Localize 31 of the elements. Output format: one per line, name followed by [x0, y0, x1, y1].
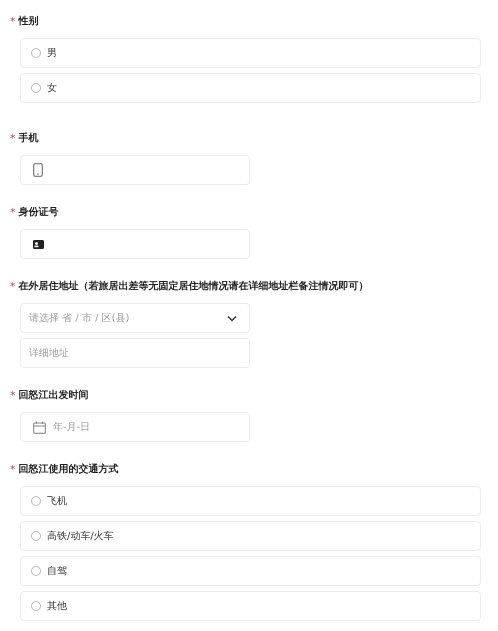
calendar-icon — [33, 420, 46, 434]
phone-icon — [33, 163, 43, 177]
phone-input-field[interactable] — [20, 155, 250, 185]
id-card-icon — [33, 240, 44, 248]
required-mark: * — [10, 14, 16, 28]
question-label: 回怒江出发时间 — [18, 388, 88, 402]
radio-option[interactable]: 飞机 — [20, 486, 481, 516]
required-mark: * — [10, 132, 16, 144]
question-label: 手机 — [18, 132, 38, 145]
required-mark: * — [10, 206, 16, 218]
radio-button[interactable] — [31, 496, 41, 506]
radio-option[interactable]: 男 — [20, 38, 481, 68]
address-input-field[interactable]: 详细地址 — [20, 338, 250, 368]
radio-option[interactable]: 高铁/动车/火车 — [20, 521, 481, 551]
radio-option[interactable]: 自驾 — [20, 556, 481, 586]
chevron-down-icon — [227, 314, 237, 322]
id-number-input-field[interactable] — [20, 229, 250, 259]
question-label: 回怒江使用的交通方式 — [18, 462, 118, 476]
radio-button[interactable] — [31, 531, 41, 541]
radio-button[interactable] — [31, 48, 41, 58]
radio-option[interactable]: 其他 — [20, 591, 481, 621]
required-mark: * — [10, 462, 16, 476]
question-label: 性别 — [18, 14, 38, 28]
question-label: 身份证号 — [18, 206, 58, 219]
radio-button[interactable] — [31, 601, 41, 611]
radio-button[interactable] — [31, 83, 41, 93]
question-label: 在外居住地址（若旅居出差等无固定居住地情况请在详细地址栏备注情况即可） — [18, 279, 368, 293]
radio-button[interactable] — [31, 566, 41, 576]
required-mark: * — [10, 388, 16, 402]
radio-option[interactable]: 女 — [20, 73, 481, 103]
required-mark: * — [10, 280, 16, 292]
